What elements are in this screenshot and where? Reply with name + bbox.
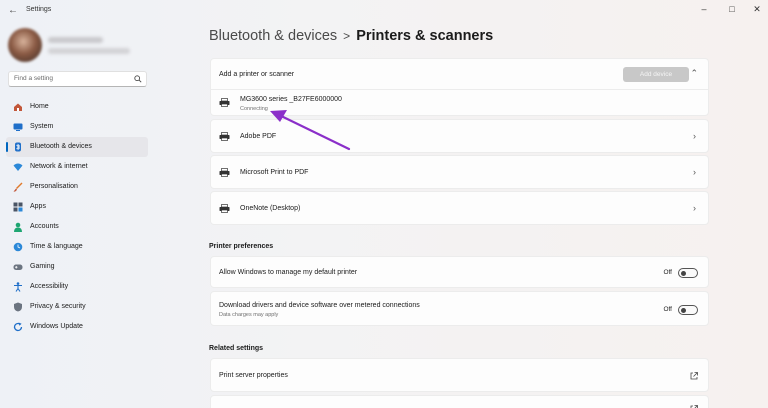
sidebar-item-privacy-security[interactable]: Privacy & security <box>6 297 148 317</box>
printer-name: Microsoft Print to PDF <box>240 169 309 176</box>
breadcrumb: Bluetooth & devices > Printers & scanners <box>209 28 493 44</box>
breadcrumb-separator: > <box>343 29 351 43</box>
chevron-up-icon[interactable]: ⌃ <box>690 68 698 79</box>
sidebar-item-windows-update[interactable]: Windows Update <box>6 317 148 337</box>
sidebar-item-system[interactable]: System <box>6 117 148 137</box>
printer-row-onenote[interactable]: OneNote (Desktop) › <box>210 191 709 225</box>
sidebar-item-time-language[interactable]: Time & language <box>6 237 148 257</box>
settings-window: ← Settings – □ ✕ Find a setting Home Sys… <box>0 0 768 408</box>
printer-icon <box>219 168 230 177</box>
toggle-state-text: Off <box>663 306 672 313</box>
search-icon <box>134 75 142 83</box>
search-input[interactable]: Find a setting <box>8 71 147 87</box>
sidebar-item-gaming[interactable]: Gaming <box>6 257 148 277</box>
profile-name-blurred <box>48 37 103 43</box>
pref-label: Download drivers and device software ove… <box>219 302 420 309</box>
printer-name: MG3600 series _B27FE6000000 <box>240 96 342 103</box>
minimize-button[interactable]: – <box>693 2 715 16</box>
sidebar-item-label: Time & language <box>30 243 83 250</box>
breadcrumb-parent[interactable]: Bluetooth & devices <box>209 28 337 44</box>
chevron-right-icon: › <box>693 203 696 213</box>
update-icon <box>13 322 23 332</box>
sidebar: Find a setting Home System Bluetooth & d… <box>0 22 155 408</box>
monitor-icon <box>13 123 23 131</box>
sidebar-item-label: Home <box>30 103 49 110</box>
printer-icon <box>219 204 230 213</box>
add-device-button[interactable]: Add device <box>623 67 689 82</box>
sidebar-item-label: Personalisation <box>30 183 78 190</box>
related-row-partial[interactable] <box>210 395 709 408</box>
shield-icon <box>14 302 22 312</box>
bluetooth-icon <box>15 142 21 152</box>
related-label: Print server properties <box>219 372 288 379</box>
sidebar-item-accessibility[interactable]: Accessibility <box>6 277 148 297</box>
related-settings-heading: Related settings <box>209 345 264 352</box>
printer-name: OneNote (Desktop) <box>240 205 301 212</box>
sidebar-item-label: System <box>30 123 54 130</box>
pref-row-metered-downloads: Download drivers and device software ove… <box>210 291 709 326</box>
sidebar-item-label: Privacy & security <box>30 303 86 310</box>
back-arrow-icon[interactable]: ← <box>6 4 20 18</box>
open-external-icon <box>690 372 698 380</box>
chevron-right-icon: › <box>693 131 696 141</box>
maximize-button[interactable]: □ <box>721 2 743 16</box>
annotation-arrow-icon <box>270 110 351 151</box>
toggle-state-text: Off <box>663 269 672 276</box>
sidebar-item-apps[interactable]: Apps <box>6 197 148 217</box>
default-printer-toggle[interactable] <box>678 268 698 278</box>
search-placeholder: Find a setting <box>14 75 54 82</box>
app-title: Settings <box>26 6 52 13</box>
sidebar-item-label: Bluetooth & devices <box>30 143 92 150</box>
sidebar-item-label: Windows Update <box>30 323 83 330</box>
sidebar-item-personalisation[interactable]: Personalisation <box>6 177 148 197</box>
printer-status: Connecting <box>240 106 268 112</box>
globe-clock-icon <box>13 242 23 252</box>
metered-downloads-toggle[interactable] <box>678 305 698 315</box>
close-button[interactable]: ✕ <box>746 2 768 16</box>
sidebar-item-home[interactable]: Home <box>6 97 148 117</box>
profile-email-blurred <box>48 48 130 54</box>
sidebar-item-accounts[interactable]: Accounts <box>6 217 148 237</box>
user-profile[interactable] <box>8 28 148 62</box>
printer-icon <box>219 132 230 141</box>
related-row-print-server[interactable]: Print server properties <box>210 358 709 392</box>
sidebar-item-label: Accounts <box>30 223 59 230</box>
wifi-icon <box>13 163 23 171</box>
avatar <box>8 28 42 62</box>
page-title: Printers & scanners <box>356 28 494 44</box>
printer-row-microsoft-print-to-pdf[interactable]: Microsoft Print to PDF › <box>210 155 709 189</box>
person-icon <box>14 222 22 232</box>
sidebar-item-label: Accessibility <box>30 283 69 290</box>
apps-icon <box>13 202 23 212</box>
pref-sublabel: Data charges may apply <box>219 312 279 318</box>
chevron-right-icon: › <box>693 167 696 177</box>
add-printer-label: Add a printer or scanner <box>219 71 295 78</box>
gamepad-icon <box>13 264 23 270</box>
printer-preferences-heading: Printer preferences <box>209 243 274 250</box>
accessibility-icon <box>14 282 22 292</box>
sidebar-nav: Home System Bluetooth & devices Network … <box>6 97 148 337</box>
pref-label: Allow Windows to manage my default print… <box>219 269 358 276</box>
pref-row-default-printer: Allow Windows to manage my default print… <box>210 256 709 288</box>
sidebar-item-network[interactable]: Network & internet <box>6 157 148 177</box>
brush-icon <box>13 182 23 192</box>
sidebar-item-label: Network & internet <box>30 163 88 170</box>
sidebar-item-label: Apps <box>30 203 46 210</box>
printer-icon <box>219 98 230 107</box>
home-icon <box>14 103 22 111</box>
sidebar-item-bluetooth-devices[interactable]: Bluetooth & devices <box>6 137 148 157</box>
title-bar: ← Settings – □ ✕ <box>0 0 768 22</box>
sidebar-item-label: Gaming <box>30 263 55 270</box>
